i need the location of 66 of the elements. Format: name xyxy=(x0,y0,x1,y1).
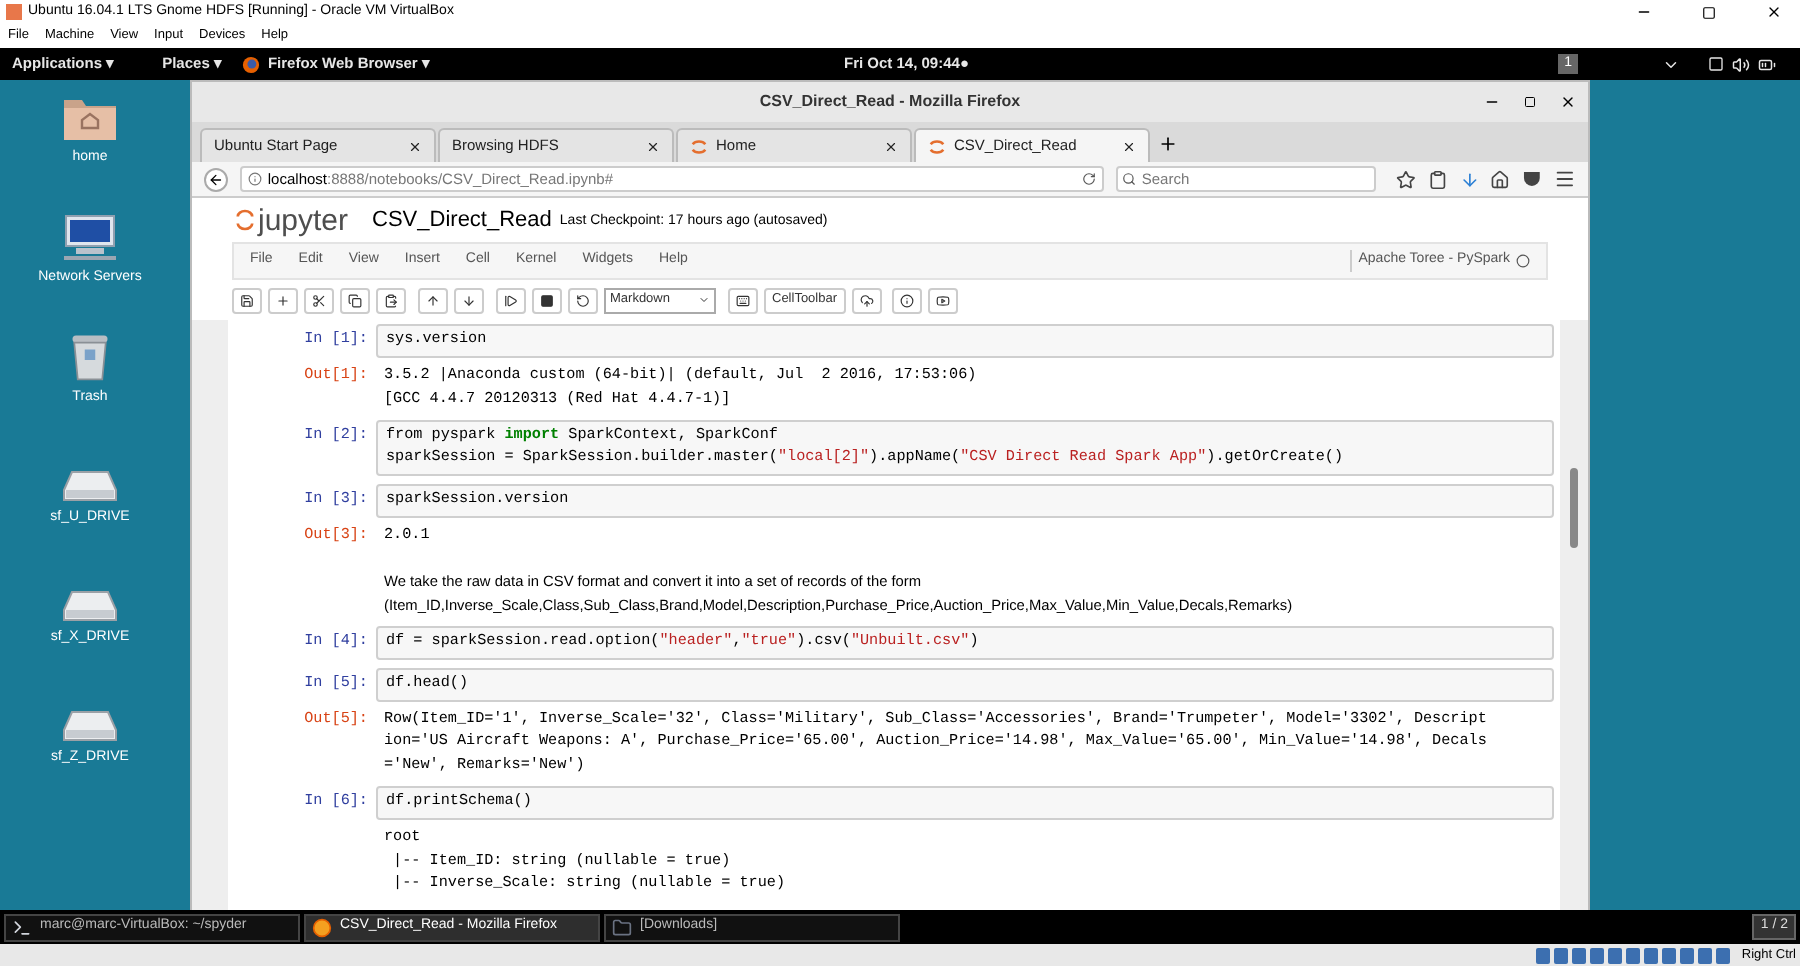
terminal-icon xyxy=(12,917,32,937)
new-tab-icon[interactable] xyxy=(1158,134,1178,154)
jupyter-logo: jupyter xyxy=(258,205,349,235)
step-forward-icon xyxy=(504,293,518,307)
save-icon xyxy=(240,293,254,307)
paste-icon xyxy=(384,293,398,307)
bookmark-icon[interactable] xyxy=(1395,169,1416,189)
close-icon[interactable] xyxy=(1560,94,1576,110)
drive-icon xyxy=(61,589,118,621)
upload-button[interactable] xyxy=(851,287,882,313)
browser-icon xyxy=(241,55,260,73)
notebook-name[interactable]: CSV_Direct_Read xyxy=(372,203,552,237)
close-icon[interactable] xyxy=(1766,4,1782,20)
window-icon[interactable] xyxy=(1708,56,1724,72)
maximize-icon[interactable] xyxy=(1702,5,1716,19)
reload-icon[interactable] xyxy=(1081,172,1096,186)
stop-icon xyxy=(540,293,554,307)
caret-icon xyxy=(698,294,710,306)
jupyter-icon xyxy=(928,137,946,155)
info-icon xyxy=(899,293,914,307)
paste-button[interactable] xyxy=(376,287,406,313)
drive-icon xyxy=(62,469,118,501)
maximize-icon[interactable] xyxy=(1524,96,1536,108)
scissors-icon xyxy=(312,293,326,307)
kernel-status-icon xyxy=(1516,254,1530,268)
home-icon[interactable] xyxy=(1490,169,1511,189)
copy-icon xyxy=(348,293,362,307)
move-down-button[interactable] xyxy=(454,287,484,313)
restart-icon xyxy=(576,293,590,307)
restart-button[interactable] xyxy=(568,287,598,313)
run-button[interactable] xyxy=(496,287,526,313)
keyboard-icon xyxy=(736,293,750,307)
stop-button[interactable] xyxy=(532,287,562,313)
search-icon xyxy=(1121,172,1136,186)
cut-button[interactable] xyxy=(304,287,334,313)
close-icon[interactable] xyxy=(646,139,660,153)
jupyter-icon xyxy=(690,137,708,155)
clipboard-icon[interactable] xyxy=(1427,169,1448,189)
plus-icon xyxy=(276,293,290,307)
close-icon[interactable] xyxy=(408,139,422,153)
logo-icon xyxy=(236,208,254,232)
copy-button[interactable] xyxy=(340,287,370,313)
app-icon xyxy=(6,4,22,20)
save-button[interactable] xyxy=(232,287,262,313)
play-icon xyxy=(935,293,950,307)
move-up-button[interactable] xyxy=(418,287,448,313)
video-button[interactable] xyxy=(927,287,958,313)
battery-icon[interactable] xyxy=(1758,55,1776,73)
scrollbar-thumb[interactable] xyxy=(1570,468,1578,548)
close-icon[interactable] xyxy=(884,139,898,153)
cloud-upload-icon xyxy=(859,293,874,307)
download-icon[interactable] xyxy=(1459,169,1479,189)
volume-icon[interactable] xyxy=(1732,55,1750,73)
drive-icon xyxy=(62,709,118,741)
window-title: CSV_Direct_Read - Mozilla Firefox xyxy=(759,90,1021,114)
back-button[interactable] xyxy=(204,167,228,191)
monitor-icon xyxy=(59,213,120,261)
info-icon[interactable] xyxy=(247,172,262,186)
keyboard-button[interactable] xyxy=(728,287,758,313)
arrow-down-icon xyxy=(462,293,476,307)
menu-icon[interactable] xyxy=(1554,168,1576,190)
arrow-up-icon xyxy=(426,293,440,307)
add-cell-button[interactable] xyxy=(268,287,298,313)
folder-icon xyxy=(612,917,632,937)
info-button[interactable] xyxy=(891,287,922,313)
close-icon[interactable] xyxy=(1122,139,1136,153)
